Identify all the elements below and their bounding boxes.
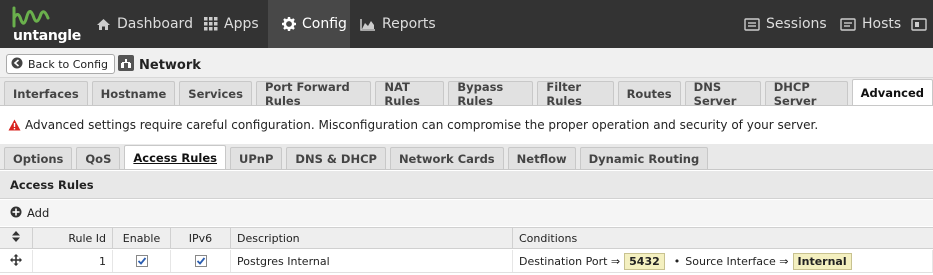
nav-reports-label: Reports bbox=[382, 16, 436, 32]
warning-icon bbox=[8, 119, 21, 131]
nav-config-label: Config bbox=[302, 16, 347, 32]
arrow-left-icon bbox=[11, 57, 23, 72]
grid-header: Rule Id Enable IPv6 Description Conditio… bbox=[0, 227, 933, 249]
nav-config[interactable]: Config bbox=[268, 0, 350, 48]
enable-cell bbox=[113, 250, 171, 272]
brand-name: untangle bbox=[13, 28, 81, 44]
advanced-tabs: Options QoS Access Rules UPnP DNS & DHCP Netw… bbox=[0, 144, 933, 170]
tab-nat-rules[interactable]: NAT Rules bbox=[375, 80, 445, 108]
area-chart-icon bbox=[360, 18, 376, 31]
sessions-icon bbox=[744, 17, 760, 31]
tab-port-forward-rules[interactable]: Port Forward Rules bbox=[255, 80, 372, 108]
tab-netflow[interactable]: Netflow bbox=[507, 147, 576, 169]
move-icon bbox=[10, 253, 22, 269]
nav-apps[interactable]: Apps bbox=[190, 0, 273, 48]
back-to-config-button[interactable]: Back to Config bbox=[6, 54, 116, 74]
tab-filter-rules[interactable]: Filter Rules bbox=[537, 80, 614, 108]
warning-text: Advanced settings require careful config… bbox=[25, 118, 819, 132]
tab-bypass-rules[interactable]: Bypass Rules bbox=[448, 80, 534, 108]
enable-checkbox[interactable] bbox=[135, 255, 148, 267]
page-title-text: Network bbox=[139, 57, 201, 73]
grid-icon bbox=[204, 17, 218, 31]
nav-apps-label: Apps bbox=[224, 16, 259, 32]
condition-value: 5432 bbox=[624, 252, 665, 270]
grid-toolbar: Add bbox=[0, 200, 933, 226]
tab-interfaces[interactable]: Interfaces bbox=[4, 81, 88, 105]
warning-message: Advanced settings require careful config… bbox=[0, 106, 933, 144]
ipv6-cell bbox=[171, 250, 231, 272]
tab-network-cards[interactable]: Network Cards bbox=[389, 147, 504, 169]
nav-hosts-label: Hosts bbox=[862, 16, 902, 32]
column-header-rule-id[interactable]: Rule Id bbox=[33, 228, 113, 248]
tab-dns-server[interactable]: DNS Server bbox=[684, 80, 761, 108]
devices-icon bbox=[911, 17, 927, 31]
page-title: Network bbox=[118, 55, 201, 75]
tab-upnp[interactable]: UPnP bbox=[230, 147, 283, 169]
condition-value: Internal bbox=[792, 252, 852, 270]
table-row[interactable]: 1 Postgres Internal Destination Port ⇒ 5… bbox=[0, 250, 933, 273]
add-rule-label: Add bbox=[27, 206, 50, 220]
nav-dashboard-label: Dashboard bbox=[117, 16, 193, 32]
conditions-cell: Destination Port ⇒ 5432 • Source Interfa… bbox=[513, 250, 933, 272]
panel-title: Access Rules bbox=[0, 171, 933, 199]
tab-access-rules[interactable]: Access Rules bbox=[124, 145, 227, 169]
nav-hosts[interactable]: Hosts bbox=[826, 0, 915, 48]
gear-icon bbox=[282, 17, 296, 31]
nav-devices[interactable] bbox=[905, 0, 933, 48]
condition-separator: • bbox=[673, 254, 681, 268]
sort-icon bbox=[12, 231, 20, 245]
tab-dns-and-dhcp[interactable]: DNS & DHCP bbox=[286, 147, 386, 169]
tab-advanced[interactable]: Advanced bbox=[851, 79, 933, 105]
network-tabs: Interfaces Hostname Services Port Forward R… bbox=[0, 78, 933, 108]
tab-qos[interactable]: QoS bbox=[76, 147, 121, 169]
ipv6-checkbox[interactable] bbox=[194, 255, 207, 267]
back-to-config-label: Back to Config bbox=[28, 57, 109, 71]
description-cell: Postgres Internal bbox=[231, 250, 513, 272]
condition-label: Source Interface ⇒ bbox=[685, 254, 789, 268]
nav-dashboard[interactable]: Dashboard bbox=[82, 0, 207, 48]
tab-routes[interactable]: Routes bbox=[617, 81, 681, 105]
column-header-ipv6[interactable]: IPv6 bbox=[171, 228, 231, 248]
add-rule-button[interactable]: Add bbox=[10, 206, 49, 221]
nav-sessions-label: Sessions bbox=[766, 16, 827, 32]
hosts-icon bbox=[840, 17, 856, 31]
plus-circle-icon bbox=[10, 206, 22, 221]
column-header-conditions[interactable]: Conditions bbox=[513, 228, 933, 248]
column-header-enable[interactable]: Enable bbox=[113, 228, 171, 248]
nav-reports[interactable]: Reports bbox=[346, 0, 450, 48]
config-header: Back to Config Network bbox=[0, 48, 933, 78]
drag-handle[interactable] bbox=[0, 250, 33, 272]
tab-hostname[interactable]: Hostname bbox=[91, 81, 176, 105]
tab-dynamic-routing[interactable]: Dynamic Routing bbox=[579, 147, 709, 169]
tab-options[interactable]: Options bbox=[4, 147, 73, 169]
tab-services[interactable]: Services bbox=[179, 81, 252, 105]
network-icon bbox=[118, 55, 134, 75]
rule-id-cell: 1 bbox=[33, 250, 113, 272]
sort-column-header[interactable] bbox=[0, 228, 33, 248]
home-icon bbox=[96, 18, 111, 31]
nav-sessions[interactable]: Sessions bbox=[730, 0, 841, 48]
tab-dhcp-server[interactable]: DHCP Server bbox=[764, 80, 848, 108]
condition-label: Destination Port ⇒ bbox=[519, 254, 621, 268]
column-header-description[interactable]: Description bbox=[231, 228, 513, 248]
top-navigation-bar: untangle Dashboard Apps Config Reports S… bbox=[0, 0, 933, 48]
